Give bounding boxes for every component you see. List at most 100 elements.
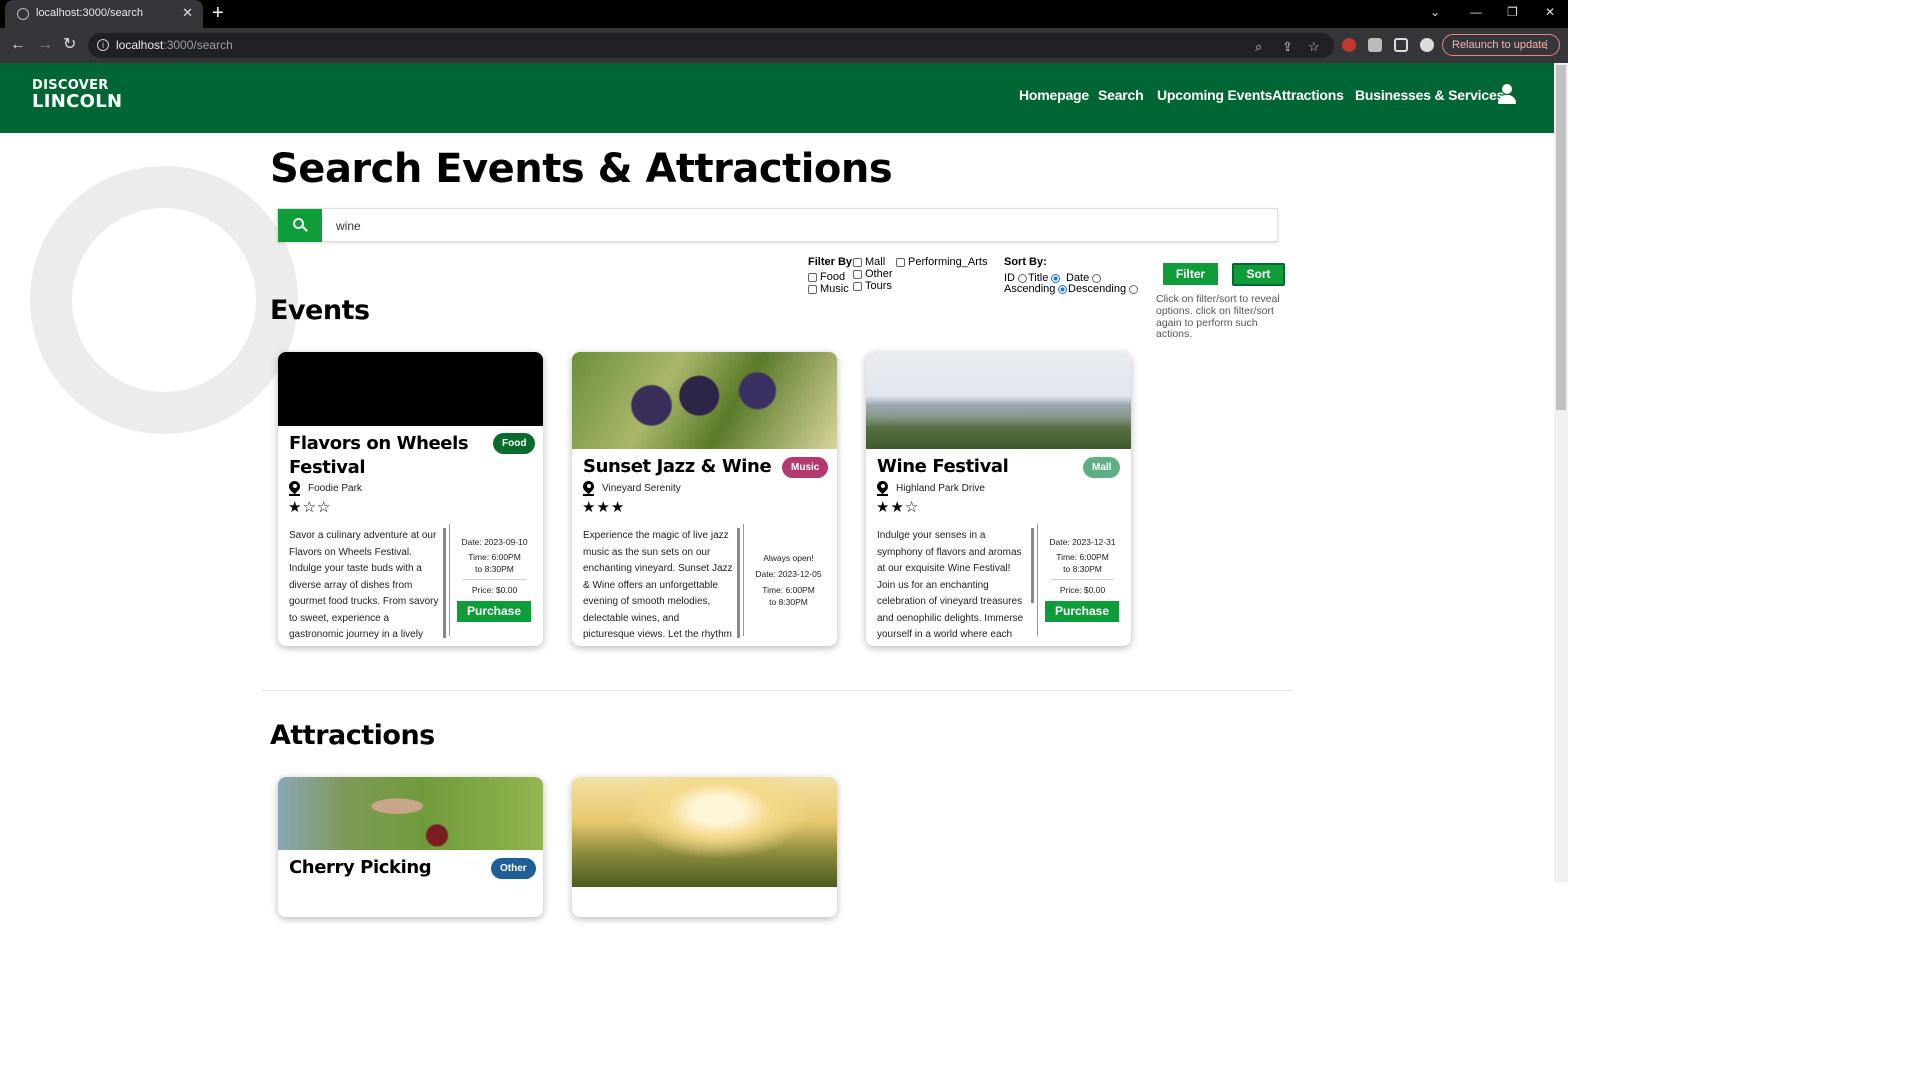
sort-by-label: Sort By: (1004, 256, 1047, 268)
forward-icon[interactable]: → (37, 36, 53, 54)
profile-icon[interactable] (1420, 38, 1434, 52)
event-image (866, 352, 1131, 449)
filter-mall-checkbox[interactable]: Mall (853, 256, 885, 268)
nav-upcoming-events[interactable]: Upcoming Events (1157, 87, 1272, 103)
address-bar[interactable]: i localhost:3000/search ⌕ ⇪ ☆ (88, 33, 1334, 58)
page-title: Search Events & Attractions (270, 146, 893, 192)
user-account-icon[interactable] (1497, 84, 1517, 106)
close-tab-icon[interactable]: ✕ (182, 5, 193, 21)
event-details: Date: 2023-09-10 Time: 6:00PM to 8:30PM … (461, 537, 528, 595)
description-scrollbar[interactable] (737, 528, 740, 638)
sort-ascending-radio[interactable]: Ascending (1004, 283, 1070, 295)
page-scrollbar[interactable] (1554, 63, 1568, 882)
attraction-image (572, 777, 837, 887)
share-icon[interactable]: ⇪ (1282, 39, 1293, 55)
tab-title: localhost:3000/search (36, 7, 144, 19)
category-badge: Music (782, 457, 829, 478)
bookmark-star-icon[interactable]: ☆ (1308, 39, 1320, 55)
filter-music-checkbox[interactable]: Music (808, 283, 849, 295)
category-badge: Mall (1083, 457, 1121, 478)
nav-attractions[interactable]: Attractions (1272, 87, 1344, 103)
description-scrollbar[interactable] (1031, 528, 1034, 603)
relaunch-label: Relaunch to update (1452, 39, 1548, 51)
nav-search[interactable]: Search (1098, 87, 1144, 103)
event-details: Always open! Date: 2023-12-05 Time: 6:00… (755, 553, 822, 607)
description-scrollbar[interactable] (443, 528, 446, 638)
event-location: Foodie Park (286, 478, 362, 496)
map-pin-icon (580, 478, 597, 496)
event-description[interactable]: Experience the magic of live jazz music … (583, 528, 733, 640)
card-divider (449, 524, 450, 636)
browser-tab[interactable]: localhost:3000/search ✕ (5, 0, 203, 28)
event-title: Sunset Jazz & Wine (583, 456, 772, 477)
star-rating: ★☆☆ (288, 499, 332, 516)
card-divider (743, 524, 744, 636)
back-icon[interactable]: ← (10, 36, 26, 54)
nav-homepage[interactable]: Homepage (1019, 87, 1089, 103)
star-rating: ★★★ (582, 499, 626, 516)
browser-toolbar: ← → ↻ i localhost:3000/search ⌕ ⇪ ☆ Rela… (0, 28, 1568, 63)
url-text[interactable]: localhost:3000/search (116, 38, 233, 52)
logo-line2: LINCOLN (32, 91, 123, 112)
map-pin-icon (286, 478, 303, 496)
extensions-puzzle-icon[interactable] (1368, 38, 1382, 52)
attraction-card[interactable] (572, 777, 837, 917)
search-bar (277, 208, 1278, 242)
side-panel-icon[interactable] (1394, 38, 1408, 52)
map-pin-icon (874, 478, 891, 496)
background-magnifier-icon (30, 166, 298, 434)
event-card[interactable]: Flavors on Wheels Festival Food Foodie Pa… (278, 352, 543, 646)
new-tab-icon[interactable]: + (212, 3, 224, 23)
sort-descending-radio[interactable]: Descending (1068, 283, 1141, 295)
filter-by-label: Filter By: (808, 256, 856, 268)
event-card[interactable]: Wine Festival Mall Highland Park Drive ★… (866, 352, 1131, 646)
window-close-icon[interactable]: ✕ (1545, 5, 1555, 19)
zoom-icon[interactable]: ⌕ (1255, 39, 1262, 55)
filter-other-checkbox[interactable]: Other (853, 268, 893, 280)
section-divider (262, 690, 1293, 691)
event-location: Vineyard Serenity (580, 478, 681, 496)
filter-food-checkbox[interactable]: Food (808, 271, 845, 283)
card-divider (1037, 524, 1038, 636)
globe-icon (17, 8, 29, 20)
restore-icon[interactable]: ❐ (1507, 5, 1518, 19)
nav-businesses-services[interactable]: Businesses & Services (1355, 87, 1504, 103)
star-rating: ★★☆ (876, 499, 920, 516)
attraction-image (278, 777, 543, 850)
purchase-button[interactable]: Purchase (457, 601, 531, 622)
event-details: Date: 2023-12-31 Time: 6:00PM to 8:30PM … (1049, 537, 1116, 595)
info-icon[interactable]: i (97, 39, 109, 51)
category-badge: Food (493, 433, 536, 454)
purchase-button[interactable]: Purchase (1045, 601, 1119, 622)
event-description[interactable]: Savor a culinary adventure at our Flavor… (289, 528, 439, 640)
filter-tours-checkbox[interactable]: Tours (853, 280, 892, 292)
filter-performing-arts-checkbox[interactable]: Performing_Arts (896, 256, 987, 268)
event-description[interactable]: Indulge your senses in a symphony of fla… (877, 528, 1027, 640)
filter-button[interactable]: Filter (1163, 263, 1218, 285)
tab-search-icon[interactable]: ⌄ (1430, 5, 1440, 19)
url-path: :3000/search (163, 38, 233, 52)
site-logo[interactable]: DISCOVER LINCOLN (32, 78, 123, 112)
category-badge: Other (491, 858, 536, 879)
event-image (572, 352, 837, 449)
browser-tabbar: localhost:3000/search ✕ + ⌄ — ❐ ✕ (0, 0, 1568, 28)
sort-button[interactable]: Sort (1232, 263, 1285, 286)
scrollbar-thumb[interactable] (1556, 65, 1566, 410)
minimize-icon[interactable]: — (1470, 5, 1482, 19)
events-heading: Events (270, 295, 370, 326)
reload-icon[interactable]: ↻ (63, 36, 76, 54)
event-title: Flavors on Wheels Festival (289, 433, 469, 478)
site-header: DISCOVER LINCOLN Homepage Search Upcomin… (0, 63, 1554, 133)
search-button[interactable] (278, 209, 322, 242)
event-title: Wine Festival (877, 456, 1009, 477)
attraction-card[interactable]: Cherry Picking Other (278, 777, 543, 917)
attractions-heading: Attractions (270, 720, 435, 751)
attraction-title: Cherry Picking (289, 857, 432, 878)
relaunch-button[interactable]: Relaunch to update ⋮ (1442, 34, 1560, 56)
menu-dots-icon[interactable]: ⋮ (1541, 35, 1552, 55)
filter-sort-hint: Click on filter/sort to reveal options. … (1156, 293, 1280, 341)
event-card[interactable]: Sunset Jazz & Wine Music Vineyard Sereni… (572, 352, 837, 646)
url-host: localhost (116, 38, 164, 52)
search-input[interactable] (328, 213, 1268, 239)
ublock-extension-icon[interactable] (1342, 38, 1356, 52)
